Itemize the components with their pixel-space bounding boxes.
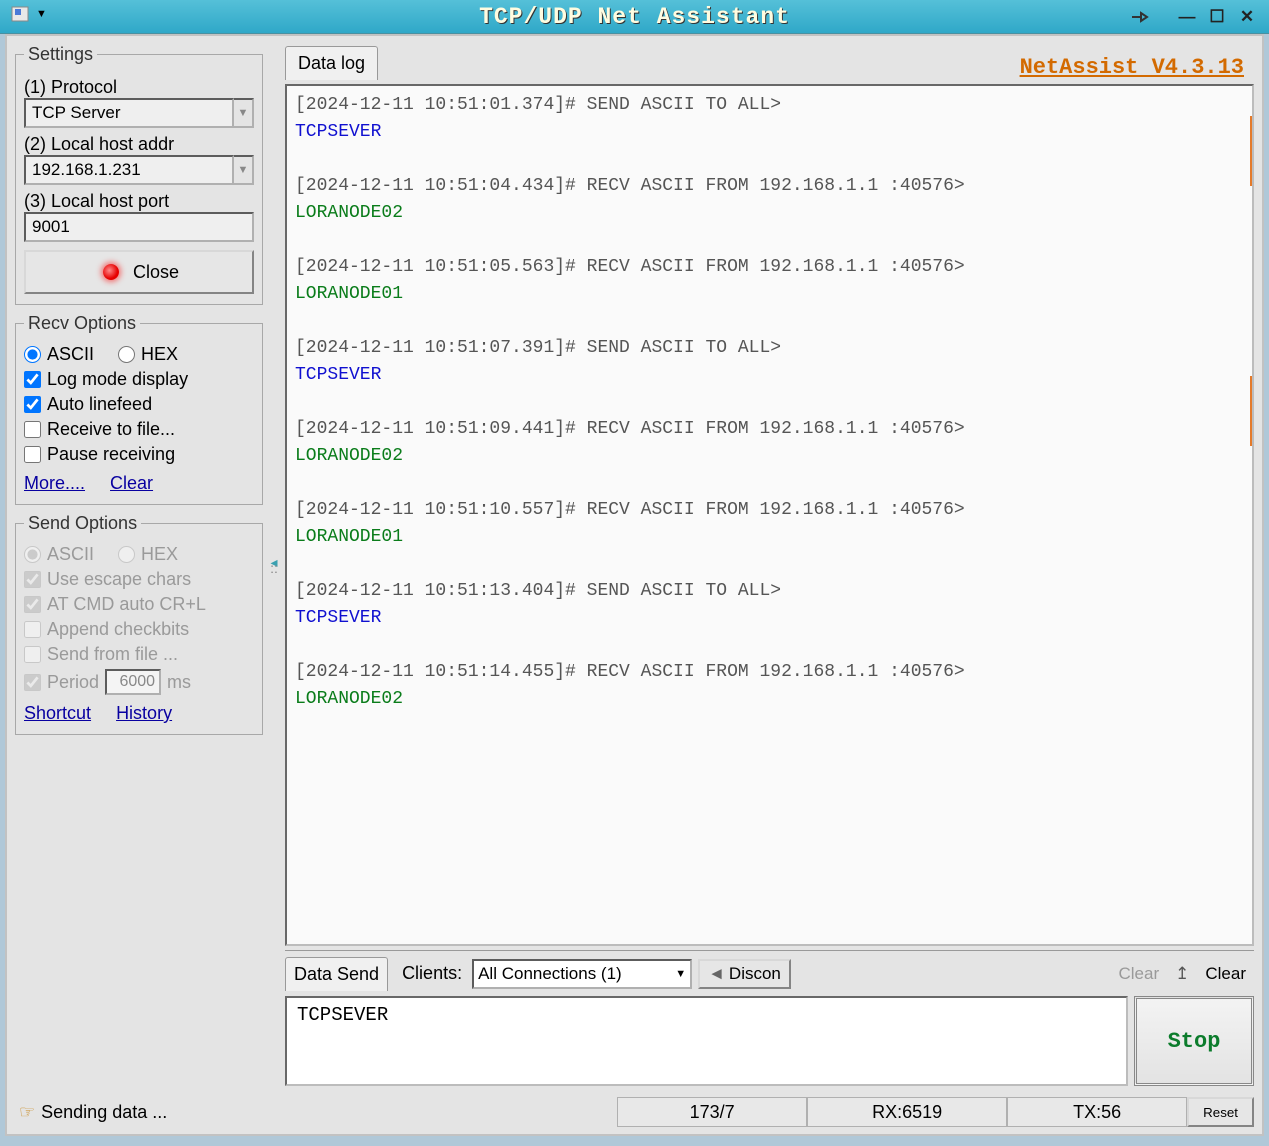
recv-tofile-label: Receive to file... — [47, 419, 175, 440]
pin-icon[interactable] — [1127, 7, 1151, 27]
disconnect-button[interactable]: ◄ Discon — [698, 959, 791, 989]
recv-hex-label: HEX — [141, 344, 178, 365]
status-text: Sending data ... — [41, 1102, 167, 1123]
recv-logmode-checkbox[interactable] — [24, 371, 41, 388]
minimize-button[interactable]: — — [1175, 7, 1199, 27]
sidebar: Settings (1) Protocol ▼ (2) Local host a… — [15, 44, 263, 1086]
send-atcmd-checkbox — [24, 596, 41, 613]
clients-select[interactable]: All Connections (1) ▼ — [472, 959, 692, 989]
send-period-label: Period — [47, 672, 99, 693]
settings-legend: Settings — [24, 44, 97, 65]
splitter-grip[interactable]: ◂:: — [269, 44, 279, 1086]
send-ascii-radio — [24, 546, 41, 563]
protocol-select[interactable] — [24, 98, 234, 128]
right-pane: Data log NetAssist V4.3.13 [2024-12-11 1… — [285, 44, 1254, 1086]
led-red-icon — [99, 260, 123, 284]
send-append-checkbox — [24, 621, 41, 638]
host-addr-label: (2) Local host addr — [24, 134, 254, 155]
send-toolbar: Data Send Clients: All Connections (1) ▼… — [285, 950, 1254, 992]
send-options-group: Send Options ASCII HEX Use escape chars … — [15, 513, 263, 735]
settings-group: Settings (1) Protocol ▼ (2) Local host a… — [15, 44, 263, 305]
send-append-label: Append checkbits — [47, 619, 189, 640]
hand-icon: ☞ — [19, 1102, 35, 1123]
close-btn-label: Close — [133, 262, 179, 283]
send-escape-checkbox — [24, 571, 41, 588]
recv-pause-checkbox[interactable] — [24, 446, 41, 463]
status-bar: ☞ Sending data ... 173/7 RX:6519 TX:56 R… — [15, 1096, 1254, 1128]
arrow-left-icon: ◄ — [708, 964, 725, 984]
send-input[interactable]: TCPSEVER — [285, 996, 1128, 1086]
recv-more-link[interactable]: More.... — [24, 473, 85, 493]
send-shortcut-link[interactable]: Shortcut — [24, 703, 91, 723]
send-atcmd-label: AT CMD auto CR+L — [47, 594, 206, 615]
host-port-input[interactable] — [24, 212, 254, 242]
clear-send-link: Clear — [1111, 959, 1168, 989]
disconnect-label: Discon — [729, 964, 781, 984]
window-title: TCP/UDP Net Assistant — [479, 4, 790, 30]
recv-pause-label: Pause receiving — [47, 444, 175, 465]
status-tx: TX:56 — [1007, 1097, 1187, 1127]
send-hex-label: HEX — [141, 544, 178, 565]
recv-ascii-radio[interactable] — [24, 346, 41, 363]
dropdown-icon: ▼ — [36, 8, 47, 20]
system-menu-button[interactable]: ▼ — [10, 5, 47, 23]
tab-data-log[interactable]: Data log — [285, 46, 378, 80]
scrollbar-marker — [1250, 116, 1254, 186]
close-connection-button[interactable]: Close — [24, 250, 254, 294]
reset-button[interactable]: Reset — [1187, 1097, 1254, 1127]
protocol-label: (1) Protocol — [24, 77, 254, 98]
send-period-checkbox — [24, 674, 41, 691]
clients-select-value: All Connections (1) — [478, 964, 622, 984]
send-period-unit: ms — [167, 672, 191, 693]
close-window-button[interactable]: ✕ — [1235, 7, 1259, 27]
send-fromfile-checkbox — [24, 646, 41, 663]
chevron-down-icon[interactable]: ▼ — [234, 155, 254, 185]
upload-icon[interactable]: ↥ — [1175, 964, 1189, 984]
host-addr-select[interactable] — [24, 155, 234, 185]
chevron-down-icon: ▼ — [675, 968, 686, 980]
title-bar: ▼ TCP/UDP Net Assistant — ☐ ✕ — [0, 0, 1269, 34]
send-period-input — [105, 669, 161, 695]
stop-button-label: Stop — [1168, 1029, 1221, 1054]
send-history-link[interactable]: History — [116, 703, 172, 723]
status-ratio: 173/7 — [617, 1097, 807, 1127]
recv-autolf-label: Auto linefeed — [47, 394, 152, 415]
maximize-button[interactable]: ☐ — [1205, 7, 1229, 27]
brand-link[interactable]: NetAssist V4.3.13 — [1020, 55, 1254, 80]
recv-ascii-label: ASCII — [47, 344, 94, 365]
clients-label: Clients: — [402, 963, 462, 984]
tab-data-send[interactable]: Data Send — [285, 957, 388, 991]
send-legend: Send Options — [24, 513, 141, 534]
scrollbar-marker — [1250, 376, 1254, 446]
status-rx: RX:6519 — [807, 1097, 1007, 1127]
main-frame: Settings (1) Protocol ▼ (2) Local host a… — [5, 34, 1264, 1136]
recv-autolf-checkbox[interactable] — [24, 396, 41, 413]
send-hex-radio — [118, 546, 135, 563]
recv-hex-radio[interactable] — [118, 346, 135, 363]
send-ascii-label: ASCII — [47, 544, 94, 565]
chevron-down-icon[interactable]: ▼ — [234, 98, 254, 128]
clear-log-button[interactable]: Clear — [1197, 959, 1254, 989]
recv-tofile-checkbox[interactable] — [24, 421, 41, 438]
recv-legend: Recv Options — [24, 313, 140, 334]
recv-options-group: Recv Options ASCII HEX Log mode display … — [15, 313, 263, 505]
recv-clear-link[interactable]: Clear — [110, 473, 153, 493]
send-fromfile-label: Send from file ... — [47, 644, 178, 665]
host-port-label: (3) Local host port — [24, 191, 254, 212]
stop-button[interactable]: Stop — [1134, 996, 1254, 1086]
send-input-content: TCPSEVER — [297, 1004, 388, 1026]
log-textarea[interactable]: [2024-12-11 10:51:01.374]# SEND ASCII TO… — [285, 84, 1254, 946]
send-escape-label: Use escape chars — [47, 569, 191, 590]
recv-logmode-label: Log mode display — [47, 369, 188, 390]
